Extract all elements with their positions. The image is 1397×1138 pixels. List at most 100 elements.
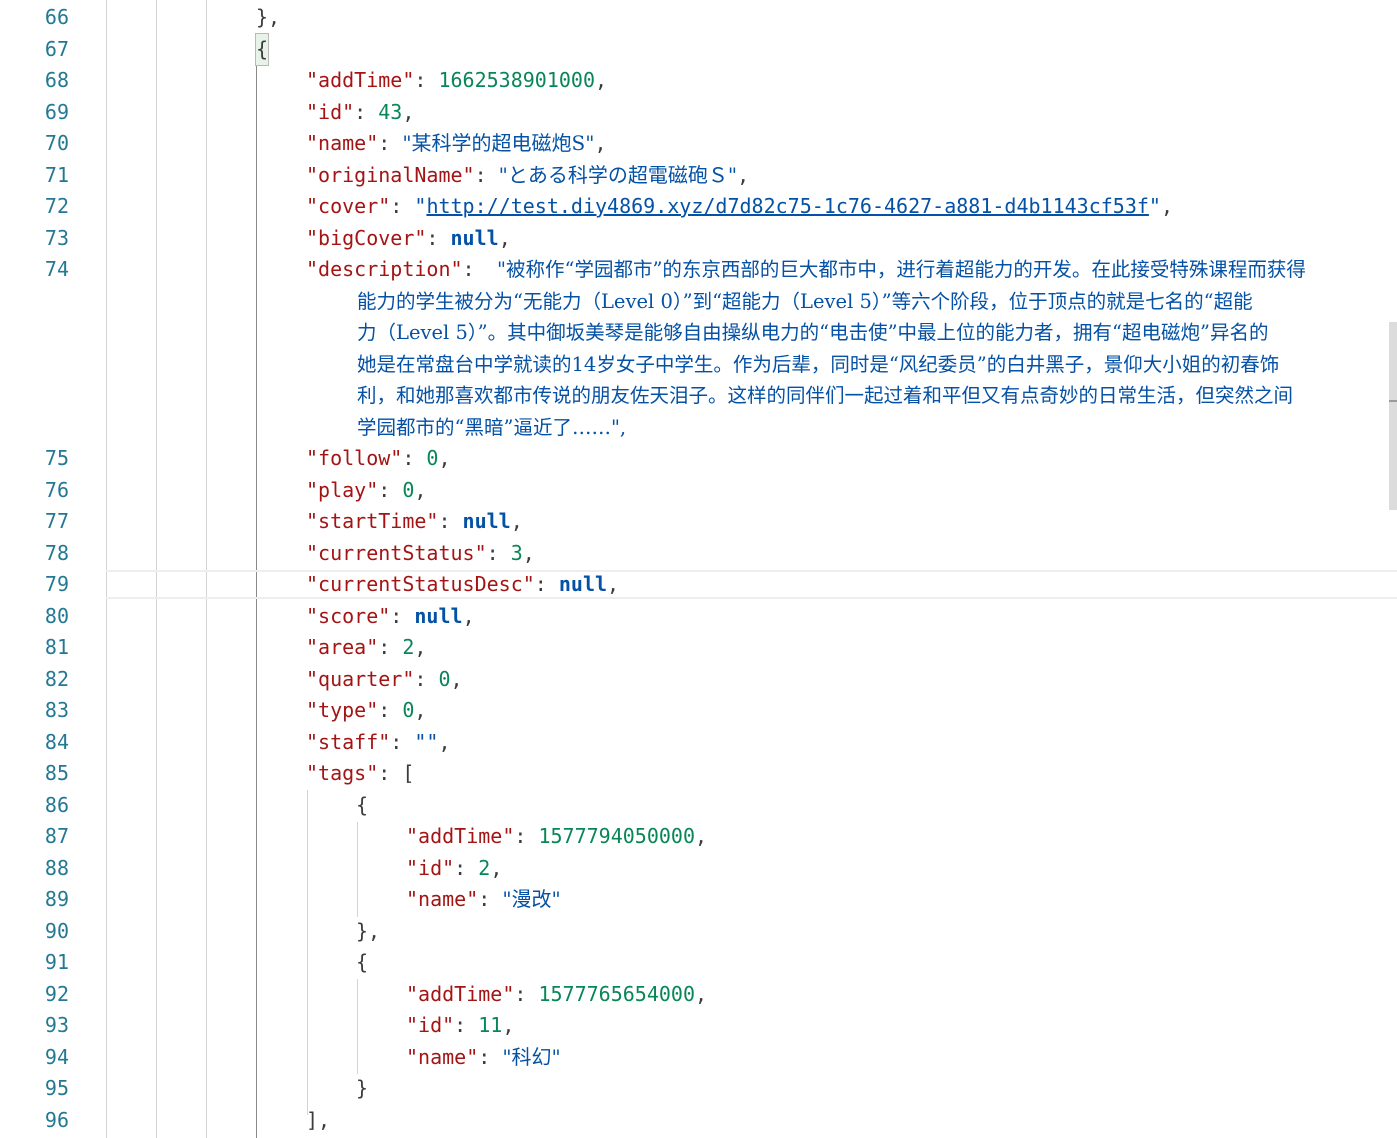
- description-wrapped-line: 能力的学生被分为“无能力（Level 0）”到“超能力（Level 5）”等六个…: [357, 289, 1253, 313]
- code-line[interactable]: "id": 43,: [306, 97, 414, 129]
- url-link[interactable]: http://test.diy4869.xyz/d7d82c75-1c76-46…: [426, 194, 1148, 218]
- token-key: "score": [306, 603, 391, 628]
- token-punc: ,: [498, 225, 511, 250]
- token-key: "currentStatusDesc": [306, 572, 535, 596]
- code-line[interactable]: "addTime": 1662538901000,: [306, 65, 607, 97]
- code-line[interactable]: "addTime": 1577794050000,: [406, 821, 707, 853]
- code-line[interactable]: "description":: [306, 254, 487, 286]
- vertical-scrollbar[interactable]: [1389, 0, 1397, 1138]
- token-punc: ,: [594, 131, 607, 155]
- token-punc: ,: [414, 477, 427, 502]
- line-number: 77: [44, 509, 69, 533]
- token-punc: ,: [402, 99, 415, 124]
- code-line[interactable]: "cover": "http://test.diy4869.xyz/d7d82c…: [306, 191, 1173, 223]
- code-line[interactable]: {: [254, 32, 270, 66]
- code-line[interactable]: "play": 0,: [306, 475, 426, 507]
- code-line[interactable]: "score": null,: [306, 601, 475, 633]
- token-key: "name": [406, 1044, 479, 1069]
- line-number: 69: [44, 99, 69, 124]
- code-line[interactable]: "id": 11,: [406, 1010, 514, 1042]
- token-punc: :: [378, 477, 403, 502]
- token-punc: :: [514, 824, 539, 848]
- token-str: "": [414, 729, 439, 754]
- line-number: 74: [44, 257, 69, 281]
- code-line[interactable]: "bigCover": null,: [306, 223, 511, 255]
- code-line[interactable]: "type": 0,: [306, 695, 426, 727]
- code-line[interactable]: ],: [306, 1105, 330, 1137]
- token-punc: :: [378, 698, 403, 722]
- token-num: 2: [402, 635, 415, 659]
- token-punc: :: [378, 131, 403, 155]
- token-punc: :: [454, 1013, 479, 1037]
- token-key: "addTime": [406, 824, 515, 848]
- token-punc: :: [378, 761, 403, 785]
- token-punc: :: [486, 540, 511, 565]
- code-line[interactable]: },: [256, 2, 280, 34]
- token-key: "originalName": [306, 162, 475, 187]
- line-number: 84: [44, 729, 69, 754]
- token-punc: ,: [438, 446, 451, 470]
- scrollbar-cursor-marker: [1389, 400, 1397, 402]
- code-line[interactable]: "follow": 0,: [306, 443, 451, 475]
- code-line[interactable]: "staff": "",: [306, 727, 451, 759]
- code-line[interactable]: "startTime": null,: [306, 506, 523, 538]
- token-key: "cover": [306, 194, 391, 218]
- token-punc: [: [402, 761, 415, 785]
- line-number: 92: [44, 981, 69, 1006]
- token-key: "name": [306, 131, 379, 155]
- code-line[interactable]: "name": "某科学的超电磁炮S",: [306, 128, 607, 160]
- line-number: 83: [44, 698, 69, 722]
- code-line[interactable]: }: [356, 1073, 368, 1105]
- token-key: "area": [306, 635, 379, 659]
- description-wrapped-line: 力（Level 5）”。其中御坂美琴是能够自由操纵电力的“电击使”中最上位的能力…: [357, 321, 1269, 344]
- code-line[interactable]: "area": 2,: [306, 632, 426, 664]
- token-str: ": [414, 194, 427, 218]
- line-number: 80: [44, 603, 69, 628]
- code-line[interactable]: "name": "科幻": [406, 1042, 561, 1074]
- line-number: 87: [44, 824, 69, 848]
- code-line[interactable]: "tags": [: [306, 758, 414, 790]
- line-number: 81: [44, 635, 69, 659]
- token-kw: null: [450, 225, 499, 250]
- line-number: 85: [44, 761, 69, 785]
- code-line[interactable]: {: [356, 947, 368, 979]
- token-key: "staff": [306, 729, 391, 754]
- code-line[interactable]: "quarter": 0,: [306, 664, 463, 696]
- token-kw: null: [558, 572, 608, 596]
- token-str: ": [1148, 194, 1161, 218]
- token-punc: ,: [414, 635, 427, 659]
- code-line[interactable]: {: [356, 790, 368, 822]
- token-punc: :: [378, 635, 403, 659]
- token-key: "addTime": [406, 981, 515, 1006]
- token-punc: ,: [695, 981, 708, 1006]
- token-punc: :: [478, 1044, 503, 1069]
- token-punc: :: [534, 572, 559, 596]
- token-num: 0: [438, 666, 451, 691]
- token-punc: },: [356, 918, 381, 943]
- token-key: "play": [306, 477, 379, 502]
- token-num: 43: [378, 99, 403, 124]
- line-number: 72: [44, 194, 69, 218]
- token-punc: :: [426, 225, 451, 250]
- code-line[interactable]: "originalName": "とある科学の超電磁砲Ｓ",: [306, 160, 749, 192]
- indent-guide-3: [206, 0, 207, 1138]
- line-number: 66: [44, 5, 69, 29]
- code-line[interactable]: "currentStatusDesc": null,: [306, 569, 619, 601]
- code-line[interactable]: "name": "漫改": [406, 884, 561, 916]
- scrollbar-thumb[interactable]: [1389, 322, 1397, 510]
- token-punc: ,: [695, 824, 708, 848]
- code-line[interactable]: },: [356, 916, 380, 948]
- code-line[interactable]: "id": 2,: [406, 853, 502, 885]
- token-punc: :: [402, 446, 427, 470]
- line-number: 67: [44, 36, 69, 61]
- token-punc: :: [474, 162, 499, 187]
- code-line[interactable]: "currentStatus": 3,: [306, 538, 535, 570]
- token-punc: :: [514, 981, 539, 1006]
- line-number: 91: [44, 950, 69, 974]
- code-line[interactable]: "addTime": 1577765654000,: [406, 979, 707, 1011]
- code-editor[interactable]: 66 67 68 69 70 71 72 73 74 75 76 77 78 79 80 81 82 83 84 85…: [0, 0, 1397, 1138]
- token-kw: null: [462, 509, 511, 533]
- token-key: "id": [406, 855, 455, 880]
- token-key: "id": [306, 99, 355, 124]
- token-punc: ,: [595, 68, 608, 92]
